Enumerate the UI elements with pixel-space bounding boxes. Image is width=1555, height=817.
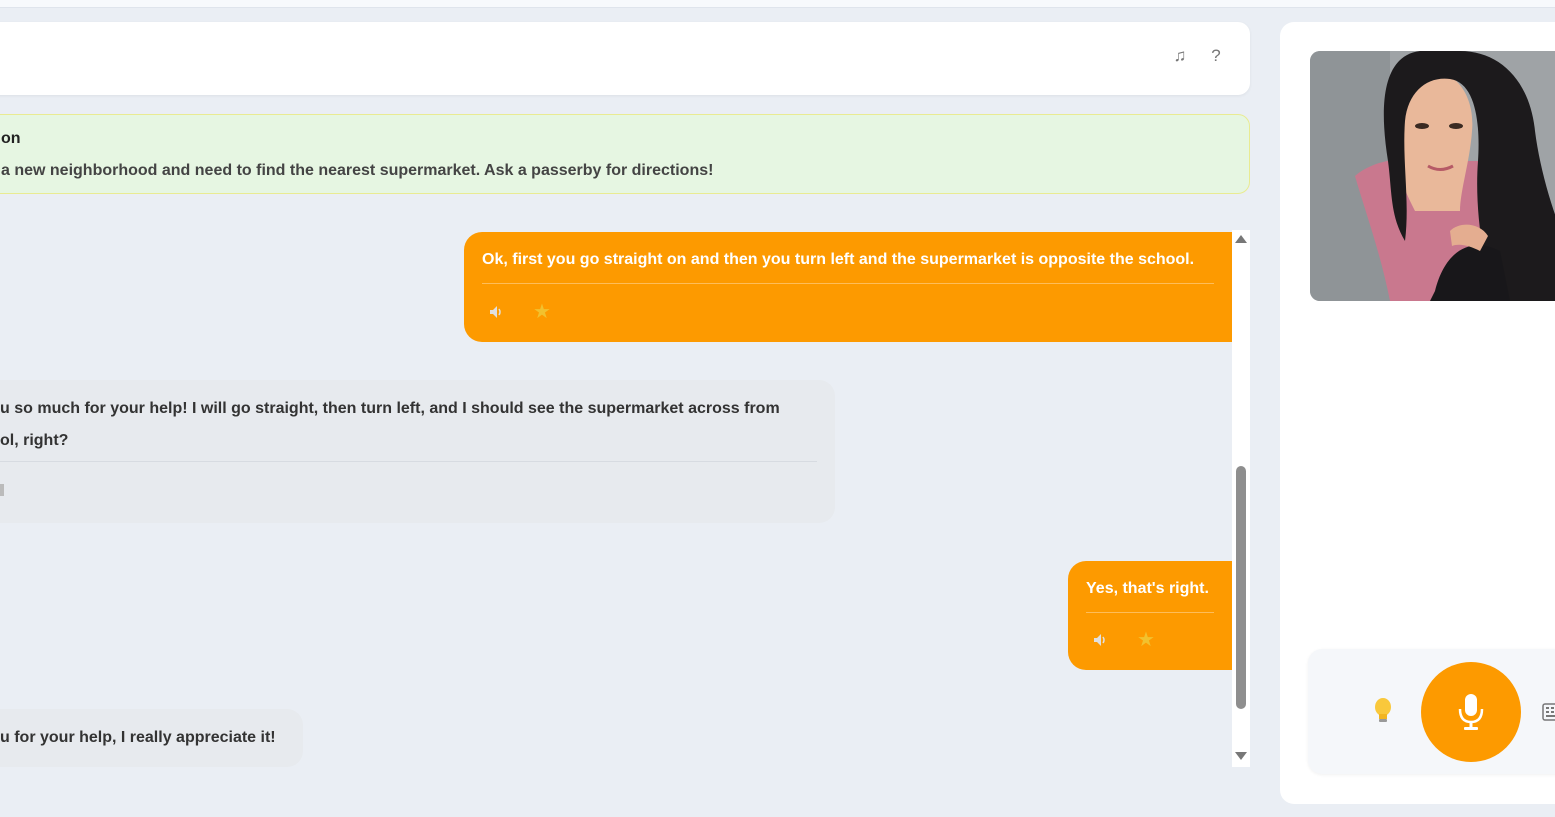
message-divider [482,283,1214,284]
scroll-up-arrow-icon[interactable] [1235,235,1247,243]
scenario-card: on a new neighborhood and need to find t… [0,114,1250,194]
star-icon[interactable]: ★ [533,302,551,322]
chat-messages[interactable]: Ok, first you go straight on and then yo… [0,230,1232,767]
conversation-header [0,22,1250,95]
scroll-down-arrow-icon[interactable] [1235,752,1247,760]
music-icon[interactable]: ♫ [1170,46,1190,66]
character-avatar [1310,51,1555,301]
star-icon[interactable]: ★ [1137,630,1155,650]
lightbulb-icon[interactable] [1372,697,1394,725]
character-panel [1280,22,1555,804]
speaker-icon[interactable] [0,484,4,496]
speaker-icon[interactable] [1092,632,1108,648]
ai-message: u so much for your help! I will go strai… [0,380,835,523]
keyboard-icon[interactable] [1542,703,1555,721]
help-icon[interactable]: ? [1206,46,1226,66]
user-message-text: Ok, first you go straight on and then yo… [482,251,1195,268]
scenario-title: on [1,130,21,147]
user-message: Yes, that's right. ★ [1068,561,1232,670]
ai-message-line: u so much for your help! I will go strai… [0,400,780,417]
speaker-icon[interactable] [488,304,504,320]
ai-message-line: u for your help, I really appreciate it! [0,729,276,746]
scenario-description: a new neighborhood and need to find the … [1,162,714,179]
ai-message-line: ol, right? [0,432,69,449]
top-divider [0,0,1555,8]
microphone-button[interactable] [1421,662,1521,762]
message-divider [1086,612,1214,613]
voice-controls [1308,649,1555,774]
user-message-text: Yes, that's right. [1086,580,1209,597]
ai-message: u for your help, I really appreciate it! [0,709,303,767]
microphone-icon [1458,694,1484,730]
chat-scrollbar[interactable] [1232,230,1250,767]
message-divider [0,461,817,462]
scroll-thumb[interactable] [1236,466,1246,709]
user-message: Ok, first you go straight on and then yo… [464,232,1232,342]
